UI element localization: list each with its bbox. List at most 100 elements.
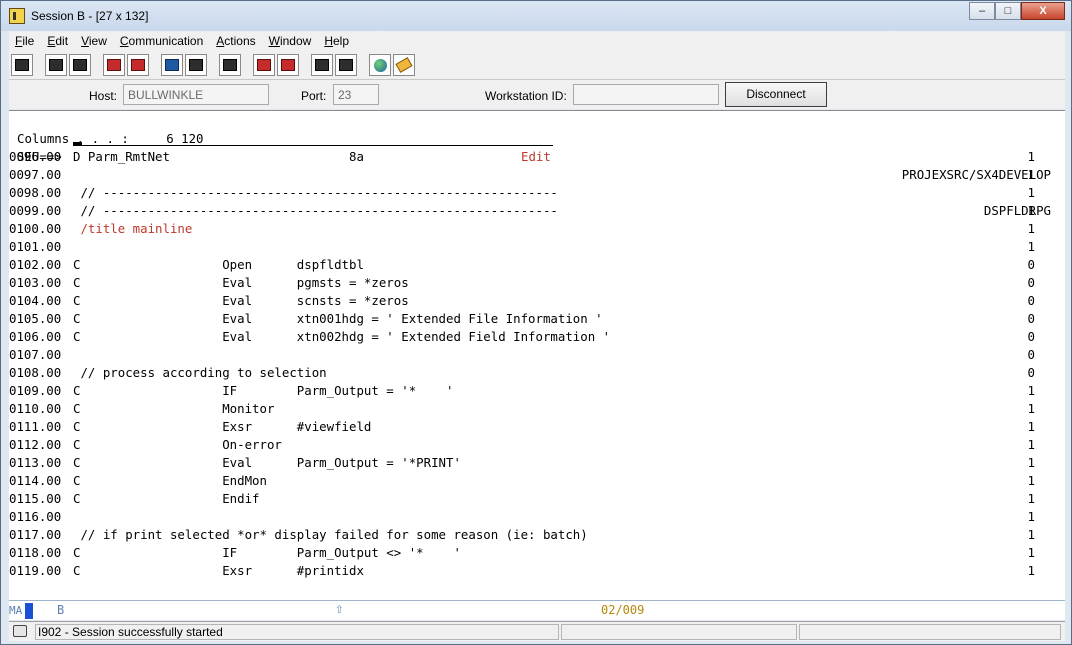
source-text[interactable]: C Exsr #viewfield <box>73 418 371 436</box>
source-text[interactable]: C IF Parm_Output = '* ' <box>73 382 453 400</box>
sequence-number: 0096.00 <box>9 149 62 164</box>
sequence-number: 0099.00 <box>9 203 62 218</box>
line-flag: 1 <box>1027 221 1035 236</box>
source-text[interactable]: C IF Parm_Output <> '* ' <box>73 544 461 562</box>
source-text[interactable]: // process according to selection <box>73 364 326 382</box>
minimize-button[interactable]: – <box>969 2 995 20</box>
source-text[interactable]: C Eval xtn001hdg = ' Extended File Infor… <box>73 310 603 328</box>
play-macro-icon[interactable] <box>311 54 333 76</box>
source-text[interactable]: C Eval scnsts = *zeros <box>73 292 409 310</box>
display-session-icon[interactable] <box>161 54 183 76</box>
disconnect-button[interactable]: Disconnect <box>725 82 827 107</box>
menu-window[interactable]: Window <box>269 34 312 48</box>
source-line[interactable]: 0097.00 1 <box>9 166 1059 184</box>
menu-file[interactable]: File <box>15 34 34 48</box>
message-waiting-indicator: MA <box>9 603 33 619</box>
source-text[interactable]: // -------------------------------------… <box>73 202 557 220</box>
sequence-number: 0110.00 <box>9 401 62 416</box>
source-line[interactable]: 0115.00 C Endif 1 <box>9 490 1059 508</box>
host-label: Host: <box>89 89 118 103</box>
source-line[interactable]: 0104.00 C Eval scnsts = *zeros 0 <box>9 292 1059 310</box>
source-text[interactable]: C Eval Parm_Output = '*PRINT' <box>73 454 461 472</box>
source-text[interactable]: C Monitor <box>73 400 274 418</box>
source-line[interactable]: 0117.00 // if print selected *or* displa… <box>9 526 1059 544</box>
terminal-screen[interactable]: Columns . . . : 6 120 Edit PROJEXSRC/SX4… <box>9 110 1065 600</box>
title-bar[interactable]: Session B - [27 x 132] – □ X <box>1 1 1071 31</box>
menu-edit[interactable]: Edit <box>47 34 68 48</box>
source-line[interactable]: 0109.00 C IF Parm_Output = '* ' 1 <box>9 382 1059 400</box>
source-line[interactable]: 0108.00 // process according to selectio… <box>9 364 1059 382</box>
send-file-icon[interactable] <box>103 54 125 76</box>
line-flag: 1 <box>1027 437 1035 452</box>
source-line[interactable]: 0116.00 1 <box>9 508 1059 526</box>
stop-macro-icon[interactable] <box>277 54 299 76</box>
source-line[interactable]: 0096.00 D Parm_RmtNet 8a 1 <box>9 148 1059 166</box>
source-text[interactable]: // if print selected *or* display failed… <box>73 526 587 544</box>
source-line[interactable]: 0118.00 C IF Parm_Output <> '* ' 1 <box>9 544 1059 562</box>
line-flag: 1 <box>1027 383 1035 398</box>
source-text[interactable]: C Endif <box>73 490 260 508</box>
source-text[interactable]: C EndMon <box>73 472 267 490</box>
sequence-number: 0098.00 <box>9 185 62 200</box>
menu-actions[interactable]: Actions <box>216 34 255 48</box>
line-flag: 1 <box>1027 455 1035 470</box>
operator-info-area: MA B ⇧ 02/009 <box>9 600 1065 620</box>
source-text[interactable]: /title mainline <box>73 220 192 238</box>
source-line[interactable]: 0119.00 C Exsr #printidx 1 <box>9 562 1059 580</box>
source-line[interactable]: 0110.00 C Monitor 1 <box>9 400 1059 418</box>
menu-accelerator: W <box>268 34 280 48</box>
globe-icon[interactable] <box>369 54 391 76</box>
menu-help[interactable]: Help <box>324 34 349 48</box>
source-text[interactable]: C Exsr #printidx <box>73 562 364 580</box>
paste-icon[interactable] <box>69 54 91 76</box>
source-line[interactable]: 0111.00 C Exsr #viewfield 1 <box>9 418 1059 436</box>
record-macro-icon[interactable] <box>253 54 275 76</box>
status-cell-2 <box>561 624 797 640</box>
source-line[interactable]: 0107.00 0 <box>9 346 1059 364</box>
source-line[interactable]: 0101.00 1 <box>9 238 1059 256</box>
quick-macro-icon[interactable] <box>335 54 357 76</box>
source-line[interactable]: 0100.00 /title mainline 1 <box>9 220 1059 238</box>
receive-file-icon[interactable] <box>127 54 149 76</box>
source-line[interactable]: 0103.00 C Eval pgmsts = *zeros 0 <box>9 274 1059 292</box>
sequence-number: 0100.00 <box>9 221 62 236</box>
workstation-id-field[interactable] <box>573 84 719 105</box>
port-field[interactable]: 23 <box>333 84 379 105</box>
seu-command-input[interactable] <box>73 144 553 146</box>
source-text[interactable]: C Eval xtn002hdg = ' Extended Field Info… <box>73 328 610 346</box>
menu-label-rest: elp <box>332 34 349 48</box>
print-screen-icon[interactable] <box>11 54 33 76</box>
sequence-number: 0107.00 <box>9 347 62 362</box>
source-text[interactable]: C On-error <box>73 436 282 454</box>
menu-communication[interactable]: Communication <box>120 34 203 48</box>
source-text[interactable]: D Parm_RmtNet 8a <box>73 148 364 166</box>
sequence-number: 0111.00 <box>9 419 62 434</box>
source-line[interactable]: 0113.00 C Eval Parm_Output = '*PRINT' 1 <box>9 454 1059 472</box>
keyboard-map-icon[interactable] <box>185 54 207 76</box>
text-cursor <box>73 142 82 146</box>
line-flag: 0 <box>1027 257 1035 272</box>
app-icon[interactable] <box>9 8 25 24</box>
source-text[interactable]: // -------------------------------------… <box>73 184 557 202</box>
help-key-icon[interactable] <box>393 54 415 76</box>
source-line[interactable]: 0099.00 // -----------------------------… <box>9 202 1059 220</box>
source-line[interactable]: 0102.00 C Open dspfldtbl 0 <box>9 256 1059 274</box>
source-text[interactable]: C Eval pgmsts = *zeros <box>73 274 409 292</box>
source-text[interactable]: C Open dspfldtbl <box>73 256 364 274</box>
source-line[interactable]: 0098.00 // -----------------------------… <box>9 184 1059 202</box>
line-flag: 0 <box>1027 329 1035 344</box>
copy-icon[interactable] <box>45 54 67 76</box>
source-line[interactable]: 0105.00 C Eval xtn001hdg = ' Extended Fil… <box>9 310 1059 328</box>
close-button[interactable]: X <box>1021 2 1065 20</box>
maximize-button[interactable]: □ <box>995 2 1021 20</box>
host-field[interactable]: BULLWINKLE <box>123 84 269 105</box>
sequence-number: 0116.00 <box>9 509 62 524</box>
emulator-window: Session B - [27 x 132] – □ X File Edit Vie… <box>0 0 1072 645</box>
source-line[interactable]: 0112.00 C On-error 1 <box>9 436 1059 454</box>
source-line[interactable]: 0106.00 C Eval xtn002hdg = ' Extended Fie… <box>9 328 1059 346</box>
line-flag: 1 <box>1027 491 1035 506</box>
source-line[interactable]: 0114.00 C EndMon 1 <box>9 472 1059 490</box>
menu-view[interactable]: View <box>81 34 107 48</box>
macro-icon[interactable] <box>219 54 241 76</box>
line-flag: 1 <box>1027 473 1035 488</box>
